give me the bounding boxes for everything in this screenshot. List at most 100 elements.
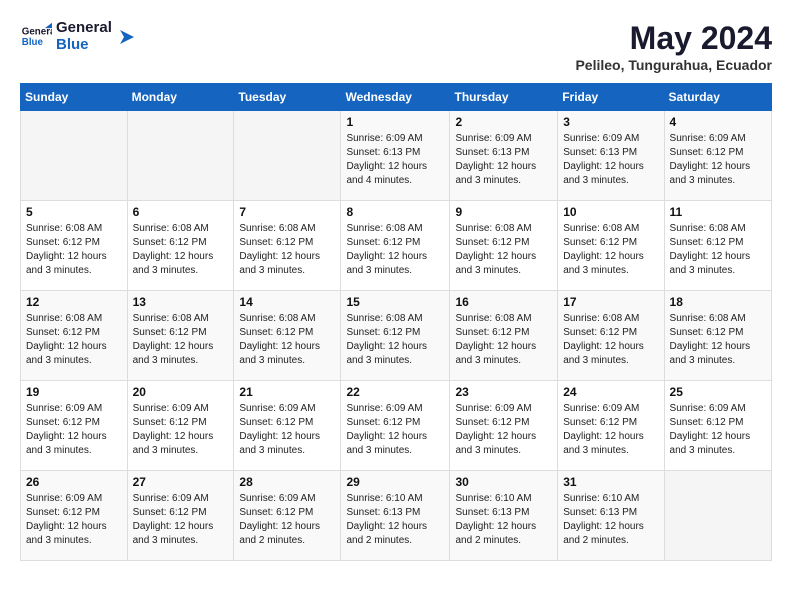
cell-content: Sunrise: 6:08 AMSunset: 6:12 PMDaylight:… — [26, 312, 122, 368]
day-number: 1 — [346, 115, 444, 129]
calendar-cell: 30 Sunrise: 6:10 AMSunset: 6:13 PMDayligh… — [450, 471, 558, 561]
calendar-cell: 9 Sunrise: 6:08 AMSunset: 6:12 PMDaylight… — [450, 201, 558, 291]
week-row-4: 19Sunrise: 6:09 AMSunset: 6:12 PMDayligh… — [21, 381, 772, 471]
day-number: 30 — [455, 475, 552, 489]
day-number: 2 — [455, 115, 552, 129]
day-number: 21 — [239, 385, 335, 399]
calendar-body: 1 Sunrise: 6:09 AMSunset: 6:13 PMDaylight… — [21, 111, 772, 561]
cell-content: Sunrise: 6:08 AMSunset: 6:12 PMDaylight:… — [346, 312, 444, 368]
calendar-table: SundayMondayTuesdayWednesdayThursdayFrid… — [20, 83, 772, 561]
calendar-cell: 2Sunrise: 6:09 AMSunset: 6:13 PMDaylight… — [450, 111, 558, 201]
cell-content: Sunrise: 6:09 AMSunset: 6:12 PMDaylight:… — [346, 402, 444, 458]
calendar-cell: 4 Sunrise: 6:09 AMSunset: 6:12 PMDaylight… — [664, 111, 771, 201]
cell-content: Sunrise: 6:10 AMSunset: 6:13 PMDaylight:… — [563, 492, 658, 548]
day-number: 17 — [563, 295, 658, 309]
calendar-cell: 22 Sunrise: 6:09 AMSunset: 6:12 PMDayligh… — [341, 381, 450, 471]
calendar-header-row: SundayMondayTuesdayWednesdayThursdayFrid… — [21, 84, 772, 111]
cell-content: Sunrise: 6:09 AMSunset: 6:12 PMDaylight:… — [133, 402, 229, 458]
cell-content: Sunrise: 6:09 AMSunset: 6:12 PMDaylight:… — [133, 492, 229, 548]
cell-content: Sunrise: 6:10 AMSunset: 6:13 PMDaylight:… — [346, 492, 444, 548]
day-number: 25 — [670, 385, 766, 399]
day-number: 23 — [455, 385, 552, 399]
header-monday: Monday — [127, 84, 234, 111]
day-number: 9 — [455, 205, 552, 219]
day-number: 20 — [133, 385, 229, 399]
day-number: 12 — [26, 295, 122, 309]
cell-content: Sunrise: 6:09 AMSunset: 6:12 PMDaylight:… — [26, 402, 122, 458]
svg-text:Blue: Blue — [22, 37, 44, 48]
calendar-cell: 27 Sunrise: 6:09 AMSunset: 6:12 PMDayligh… — [127, 471, 234, 561]
title-section: May 2024 Pelileo, Tungurahua, Ecuador — [575, 20, 772, 73]
calendar-cell: 13 Sunrise: 6:08 AMSunset: 6:12 PMDayligh… — [127, 291, 234, 381]
day-number: 4 — [670, 115, 766, 129]
cell-content: Sunrise: 6:08 AMSunset: 6:12 PMDaylight:… — [133, 312, 229, 368]
calendar-cell: 19Sunrise: 6:09 AMSunset: 6:12 PMDayligh… — [21, 381, 128, 471]
cell-content: Sunrise: 6:08 AMSunset: 6:12 PMDaylight:… — [346, 222, 444, 278]
day-number: 18 — [670, 295, 766, 309]
day-number: 7 — [239, 205, 335, 219]
cell-content: Sunrise: 6:08 AMSunset: 6:12 PMDaylight:… — [26, 222, 122, 278]
header-sunday: Sunday — [21, 84, 128, 111]
week-row-1: 1 Sunrise: 6:09 AMSunset: 6:13 PMDaylight… — [21, 111, 772, 201]
calendar-cell: 12 Sunrise: 6:08 AMSunset: 6:12 PMDayligh… — [21, 291, 128, 381]
calendar-cell: 16 Sunrise: 6:08 AMSunset: 6:12 PMDayligh… — [450, 291, 558, 381]
calendar-cell: 14Sunrise: 6:08 AMSunset: 6:12 PMDayligh… — [234, 291, 341, 381]
calendar-cell: 29Sunrise: 6:10 AMSunset: 6:13 PMDayligh… — [341, 471, 450, 561]
calendar-cell: 1 Sunrise: 6:09 AMSunset: 6:13 PMDaylight… — [341, 111, 450, 201]
cell-content: Sunrise: 6:09 AMSunset: 6:12 PMDaylight:… — [239, 492, 335, 548]
calendar-cell: 24Sunrise: 6:09 AMSunset: 6:12 PMDayligh… — [558, 381, 664, 471]
cell-content: Sunrise: 6:09 AMSunset: 6:13 PMDaylight:… — [346, 132, 444, 188]
cell-content: Sunrise: 6:08 AMSunset: 6:12 PMDaylight:… — [239, 222, 335, 278]
cell-content: Sunrise: 6:09 AMSunset: 6:12 PMDaylight:… — [239, 402, 335, 458]
calendar-cell: 23 Sunrise: 6:09 AMSunset: 6:12 PMDayligh… — [450, 381, 558, 471]
day-number: 16 — [455, 295, 552, 309]
calendar-cell: 18Sunrise: 6:08 AMSunset: 6:12 PMDayligh… — [664, 291, 771, 381]
cell-content: Sunrise: 6:09 AMSunset: 6:12 PMDaylight:… — [455, 402, 552, 458]
cell-content: Sunrise: 6:08 AMSunset: 6:12 PMDaylight:… — [563, 312, 658, 368]
calendar-cell: 20 Sunrise: 6:09 AMSunset: 6:12 PMDayligh… — [127, 381, 234, 471]
calendar-cell: 3Sunrise: 6:09 AMSunset: 6:13 PMDaylight… — [558, 111, 664, 201]
header-wednesday: Wednesday — [341, 84, 450, 111]
location-subtitle: Pelileo, Tungurahua, Ecuador — [575, 57, 772, 73]
cell-content: Sunrise: 6:08 AMSunset: 6:12 PMDaylight:… — [563, 222, 658, 278]
calendar-cell: 6Sunrise: 6:08 AMSunset: 6:12 PMDaylight… — [127, 201, 234, 291]
day-number: 5 — [26, 205, 122, 219]
header-tuesday: Tuesday — [234, 84, 341, 111]
logo-general: General — [56, 20, 112, 37]
calendar-cell: 8Sunrise: 6:08 AMSunset: 6:12 PMDaylight… — [341, 201, 450, 291]
day-number: 10 — [563, 205, 658, 219]
calendar-cell — [664, 471, 771, 561]
day-number: 13 — [133, 295, 229, 309]
logo: General Blue General Blue — [20, 20, 134, 53]
logo-icon: General Blue — [20, 21, 52, 53]
day-number: 27 — [133, 475, 229, 489]
calendar-cell: 31Sunrise: 6:10 AMSunset: 6:13 PMDayligh… — [558, 471, 664, 561]
header-friday: Friday — [558, 84, 664, 111]
calendar-cell: 15 Sunrise: 6:08 AMSunset: 6:12 PMDayligh… — [341, 291, 450, 381]
cell-content: Sunrise: 6:09 AMSunset: 6:13 PMDaylight:… — [563, 132, 658, 188]
week-row-3: 12 Sunrise: 6:08 AMSunset: 6:12 PMDayligh… — [21, 291, 772, 381]
cell-content: Sunrise: 6:08 AMSunset: 6:12 PMDaylight:… — [455, 312, 552, 368]
calendar-cell — [21, 111, 128, 201]
calendar-cell: 28Sunrise: 6:09 AMSunset: 6:12 PMDayligh… — [234, 471, 341, 561]
month-year-title: May 2024 — [575, 20, 772, 57]
calendar-cell: 5 Sunrise: 6:08 AMSunset: 6:12 PMDaylight… — [21, 201, 128, 291]
cell-content: Sunrise: 6:10 AMSunset: 6:13 PMDaylight:… — [455, 492, 552, 548]
day-number: 14 — [239, 295, 335, 309]
cell-content: Sunrise: 6:08 AMSunset: 6:12 PMDaylight:… — [455, 222, 552, 278]
calendar-cell: 7 Sunrise: 6:08 AMSunset: 6:12 PMDaylight… — [234, 201, 341, 291]
day-number: 22 — [346, 385, 444, 399]
cell-content: Sunrise: 6:08 AMSunset: 6:12 PMDaylight:… — [133, 222, 229, 278]
week-row-2: 5 Sunrise: 6:08 AMSunset: 6:12 PMDaylight… — [21, 201, 772, 291]
header-thursday: Thursday — [450, 84, 558, 111]
cell-content: Sunrise: 6:09 AMSunset: 6:12 PMDaylight:… — [563, 402, 658, 458]
cell-content: Sunrise: 6:09 AMSunset: 6:12 PMDaylight:… — [670, 402, 766, 458]
cell-content: Sunrise: 6:09 AMSunset: 6:12 PMDaylight:… — [670, 132, 766, 188]
day-number: 11 — [670, 205, 766, 219]
calendar-cell: 26Sunrise: 6:09 AMSunset: 6:12 PMDayligh… — [21, 471, 128, 561]
logo-arrow-icon — [116, 28, 134, 46]
calendar-cell: 10 Sunrise: 6:08 AMSunset: 6:12 PMDayligh… — [558, 201, 664, 291]
day-number: 15 — [346, 295, 444, 309]
cell-content: Sunrise: 6:08 AMSunset: 6:12 PMDaylight:… — [670, 222, 766, 278]
cell-content: Sunrise: 6:09 AMSunset: 6:12 PMDaylight:… — [26, 492, 122, 548]
